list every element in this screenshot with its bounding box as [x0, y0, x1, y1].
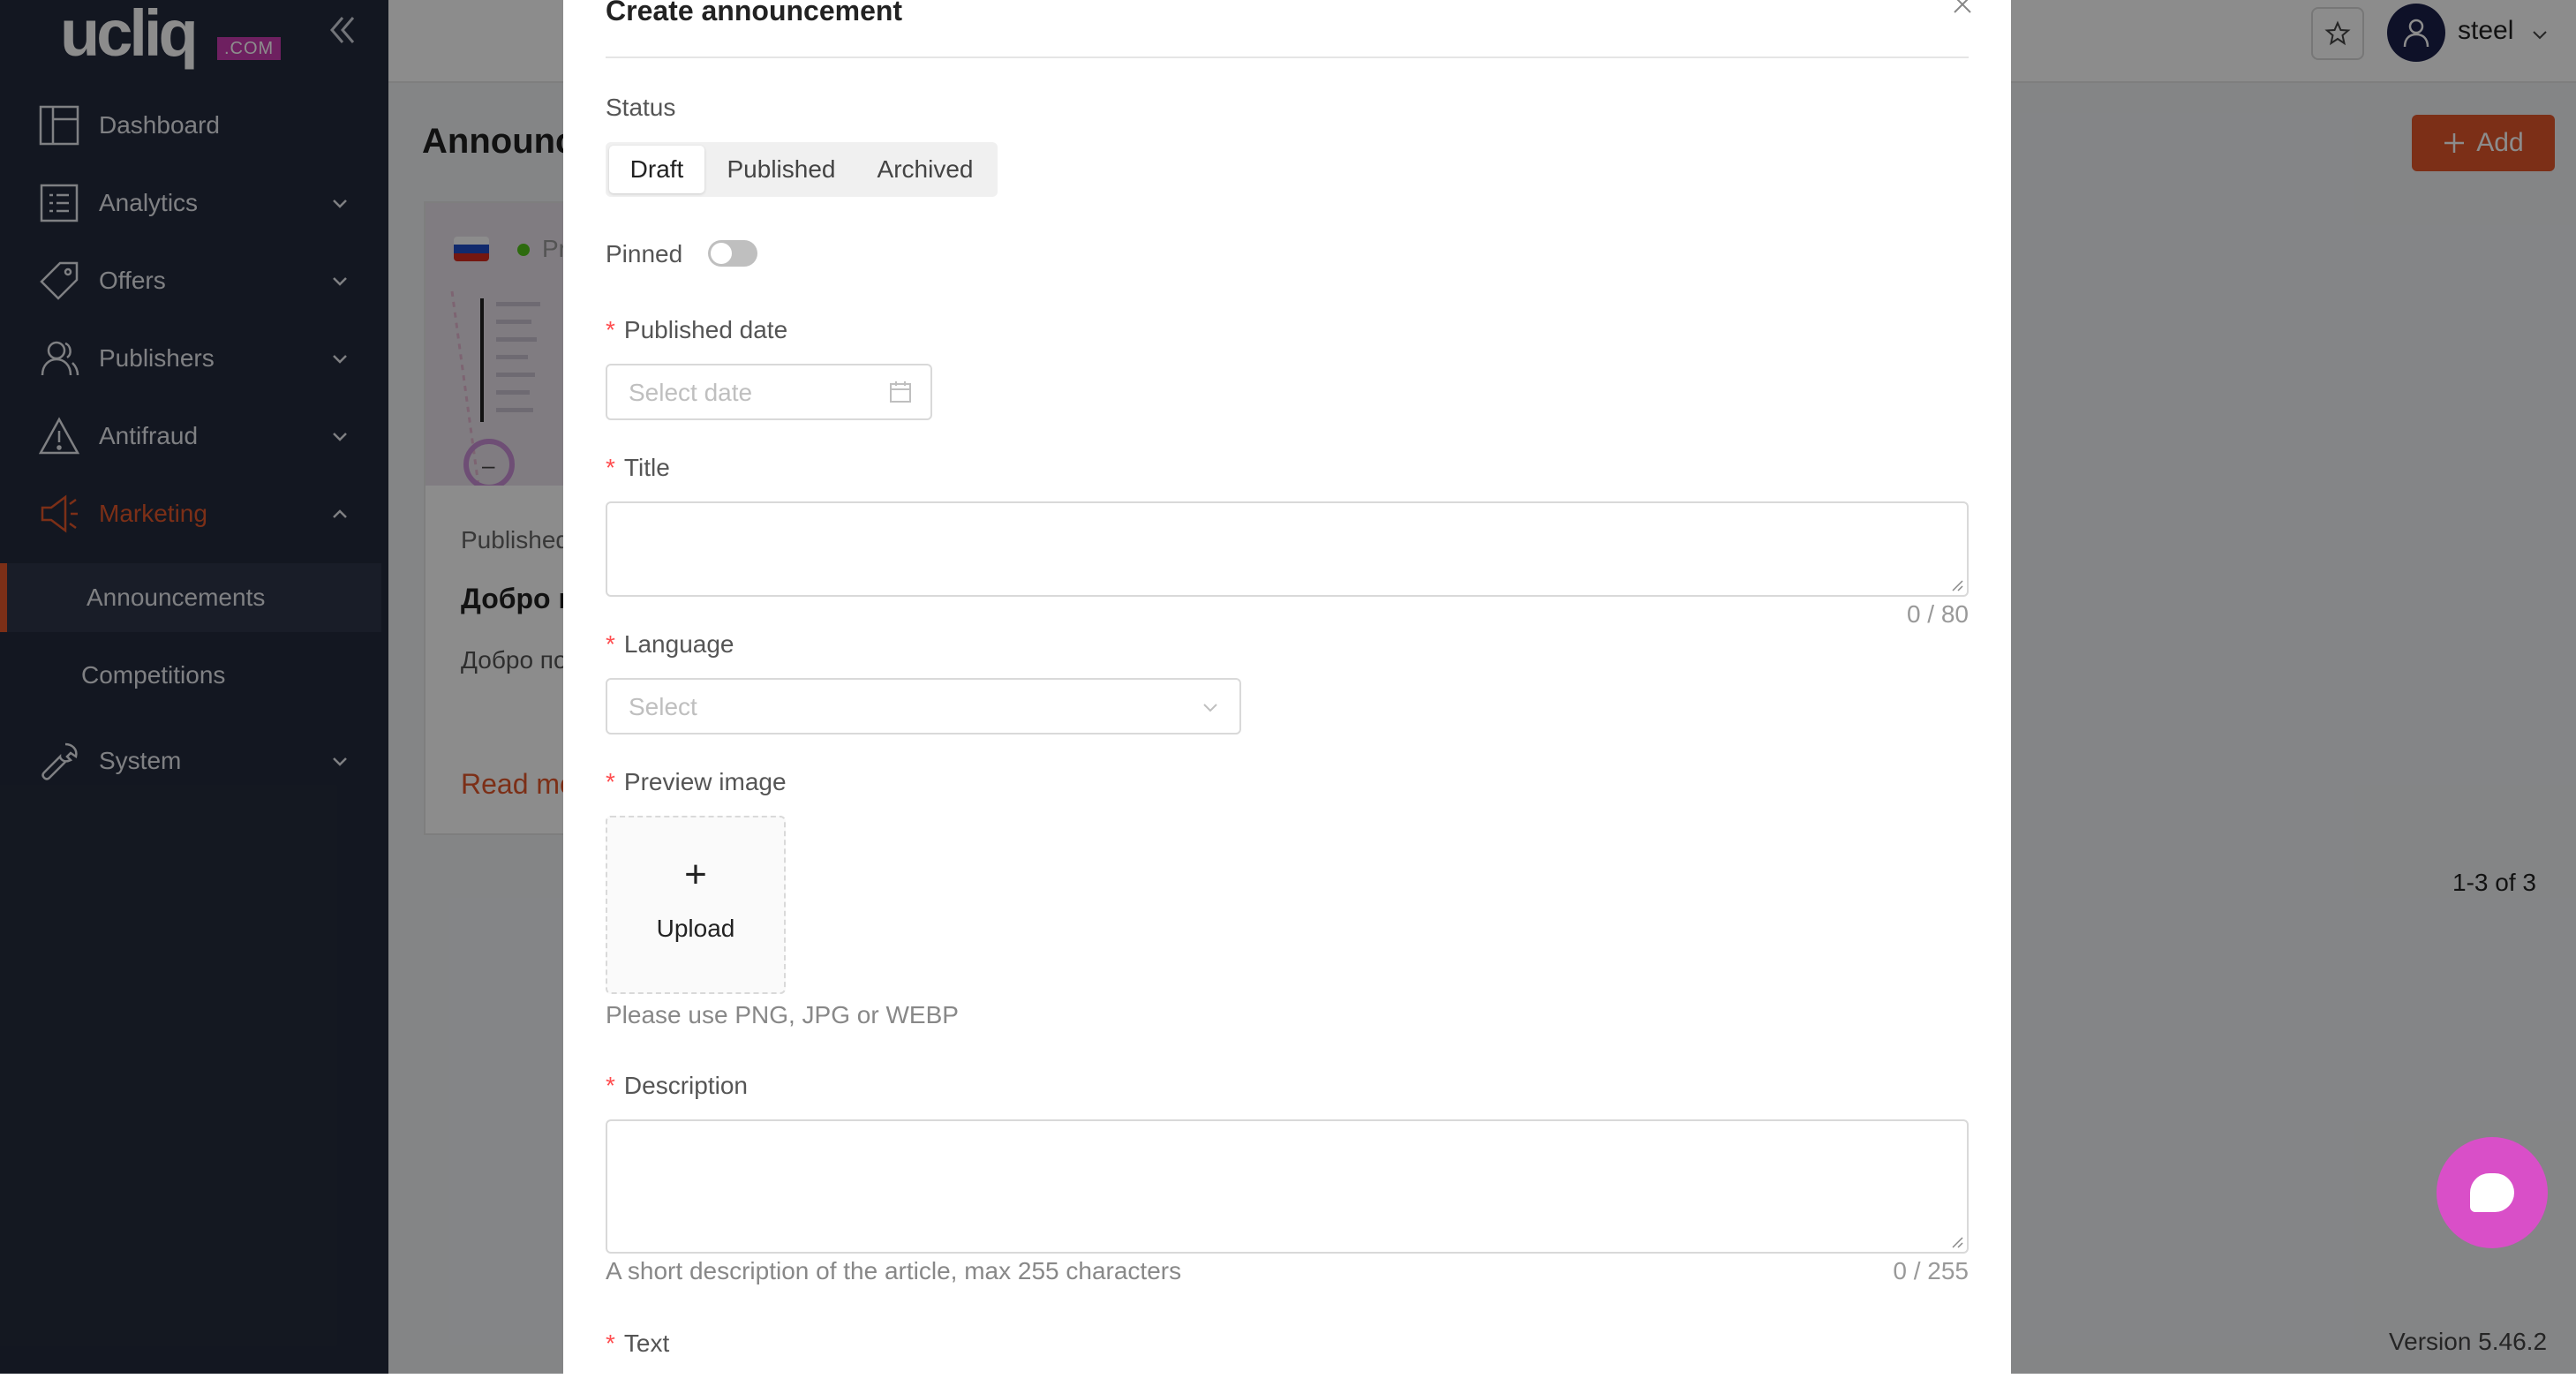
title-label-text: Title: [623, 454, 670, 481]
text-label: * Text: [606, 1330, 669, 1358]
language-label-text: Language: [623, 630, 734, 658]
language-select[interactable]: Select: [606, 678, 1241, 734]
language-label: * Language: [606, 630, 734, 659]
title-counter: 0 / 80: [1906, 600, 1969, 628]
required-mark: *: [606, 768, 615, 795]
plus-icon: +: [684, 853, 707, 896]
toggle-knob: [711, 243, 732, 264]
upload-button[interactable]: + Upload: [606, 816, 786, 994]
close-icon[interactable]: [1949, 0, 1976, 18]
required-mark: *: [606, 316, 615, 343]
chat-bubble-icon: [2470, 1173, 2514, 1212]
required-mark: *: [606, 454, 615, 481]
required-mark: *: [606, 630, 615, 658]
upload-label: Upload: [656, 915, 735, 942]
text-label-text: Text: [623, 1330, 670, 1357]
description-textarea[interactable]: [606, 1119, 1969, 1254]
create-announcement-modal: Create announcement Status Draft Publish…: [563, 0, 2011, 1386]
description-hint: A short description of the article, max …: [606, 1257, 1182, 1284]
pinned-toggle[interactable]: [708, 240, 757, 267]
title-label: * Title: [606, 454, 670, 482]
chat-widget-button[interactable]: [2437, 1137, 2548, 1248]
description-label-text: Description: [623, 1072, 748, 1099]
status-option-archived[interactable]: Archived: [856, 146, 994, 193]
resize-handle-icon: [1952, 1237, 1963, 1248]
required-mark: *: [606, 1330, 615, 1357]
pinned-label: Pinned: [606, 240, 683, 267]
status-option-draft[interactable]: Draft: [609, 146, 704, 193]
modal-divider: [606, 56, 1969, 58]
status-label: Status: [606, 94, 676, 121]
chevron-down-icon: [1203, 704, 1217, 712]
status-segmented-control: Draft Published Archived: [606, 142, 998, 197]
published-date-label-text: Published date: [623, 316, 788, 343]
required-mark: *: [606, 1072, 615, 1099]
description-counter: 0 / 255: [1893, 1257, 1969, 1284]
upload-hint: Please use PNG, JPG or WEBP: [606, 1001, 959, 1028]
modal-title: Create announcement: [606, 0, 903, 26]
calendar-icon: [890, 381, 911, 403]
title-textarea[interactable]: [606, 501, 1969, 597]
status-option-published[interactable]: Published: [710, 146, 853, 193]
preview-image-label: * Preview image: [606, 768, 787, 796]
published-date-picker[interactable]: Select date: [606, 364, 932, 420]
published-date-label: * Published date: [606, 316, 787, 344]
description-label: * Description: [606, 1072, 748, 1100]
resize-handle-icon: [1952, 580, 1963, 591]
language-placeholder: Select: [629, 693, 697, 720]
preview-image-label-text: Preview image: [623, 768, 787, 795]
date-placeholder: Select date: [629, 379, 753, 406]
